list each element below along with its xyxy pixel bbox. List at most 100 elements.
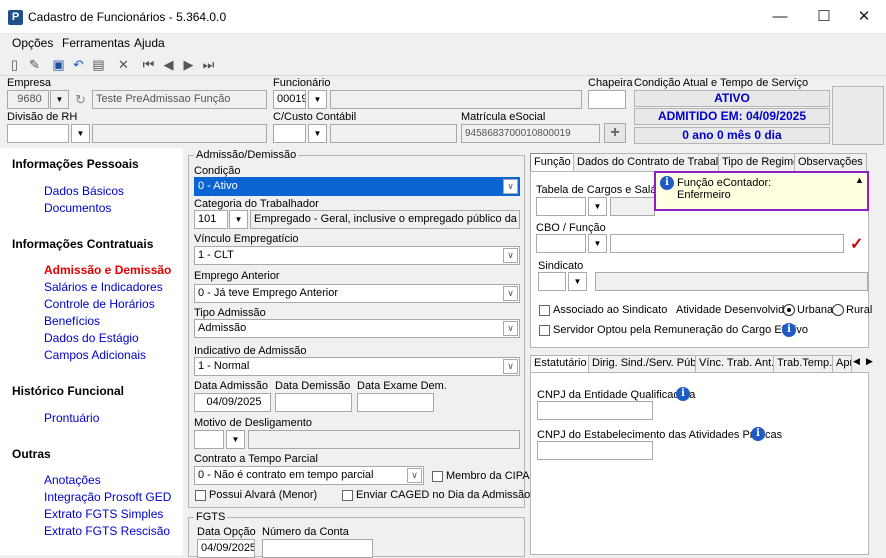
funcionario-dropdown[interactable]: ▼ [308,90,327,109]
undo-icon[interactable]: ↶ [70,56,87,73]
numero-conta-input[interactable] [262,539,373,558]
section-historico-funcional: Histórico Funcional [12,384,125,398]
save-icon[interactable]: ▣ [50,56,67,73]
admission-date-badge: ADMITIDO EM: 04/09/2025 [634,108,830,125]
menu-opcoes[interactable]: Opções [12,36,53,50]
condicao-label: Condição [194,165,241,177]
data-demissao-input[interactable] [275,393,352,412]
tabela-cargos-dropdown[interactable]: ▼ [588,197,607,216]
data-exame-input[interactable] [357,393,434,412]
sidebar-item-fgts-simples[interactable]: Extrato FGTS Simples [44,507,163,521]
tab-scroll-left-icon[interactable]: ◀ [853,356,860,367]
tab-trab-temp[interactable]: Trab.Temp. [773,355,837,372]
photo-box[interactable] [832,86,884,145]
sidebar-item-dados-basicos[interactable]: Dados Básicos [44,184,124,198]
sindicato-dropdown[interactable]: ▼ [568,272,587,291]
print-icon[interactable]: ▤ [90,56,107,73]
rural-radio[interactable] [832,304,844,316]
motivo-dropdown[interactable]: ▼ [226,430,245,449]
associado-checkbox[interactable] [539,305,550,316]
sidebar-item-controle-horarios[interactable]: Controle de Horários [44,297,155,311]
tabela-cargos-desc [610,197,655,216]
tab-estatutario[interactable]: Estatutário [530,355,591,372]
cipa-checkbox[interactable] [432,471,443,482]
contrato-parcial-label: Contrato a Tempo Parcial [194,453,318,465]
data-opcao-input[interactable]: 04/09/2025 [197,539,255,558]
sidebar-item-anotacoes[interactable]: Anotações [44,473,101,487]
info-icon[interactable]: i [676,387,690,401]
categoria-code[interactable]: 101 [194,210,228,229]
servidor-checkbox[interactable] [539,325,550,336]
condicao-select[interactable]: 0 - Ativo ∨ [194,177,520,196]
maximize-button[interactable]: ☐ [809,4,839,30]
contrato-parcial-select[interactable]: 0 - Não é contrato em tempo parcial ∨ [194,466,424,485]
next-record-icon[interactable]: ▶ [180,56,197,73]
sidebar-item-documentos[interactable]: Documentos [44,201,111,215]
cbo-input[interactable] [536,234,586,253]
divisao-dropdown[interactable]: ▼ [71,124,90,143]
info-icon[interactable]: i [782,323,796,337]
tooltip-line2: Enfermeiro [677,189,731,201]
last-record-icon[interactable]: ⏭ [200,56,217,73]
status-badge: ATIVO [634,90,830,107]
sidebar-item-prontuario[interactable]: Prontuário [44,411,99,425]
previous-record-icon[interactable]: ◀ [160,56,177,73]
sidebar-item-estagio[interactable]: Dados do Estágio [44,331,139,345]
rural-label: Rural [846,304,873,316]
collapse-triangle-icon[interactable]: ▲ [855,175,864,185]
empresa-dropdown[interactable]: ▼ [50,90,69,109]
sindicato-input[interactable] [538,272,566,291]
tabela-cargos-input[interactable] [536,197,586,216]
tab-apr[interactable]: Apr [832,355,852,372]
minimize-button[interactable]: — [765,4,795,30]
sidebar-item-beneficios[interactable]: Benefícios [44,314,100,328]
first-record-icon[interactable]: ⏮ [140,56,157,73]
sidebar-item-fgts-rescisao[interactable]: Extrato FGTS Rescisão [44,524,170,538]
custo-dropdown[interactable]: ▼ [308,124,327,143]
edit-icon[interactable]: ✎ [26,56,43,73]
cbo-dropdown[interactable]: ▼ [588,234,607,253]
tab-dados-contrato[interactable]: Dados do Contrato de Trabalho [573,153,735,171]
caged-checkbox[interactable] [342,490,353,501]
data-admissao-input[interactable]: 04/09/2025 [194,393,271,412]
info-icon[interactable]: i [751,427,765,441]
add-matricula-button[interactable]: + [604,123,626,143]
refresh-icon[interactable]: ↻ [72,91,89,108]
sidebar-item-integracao-ged[interactable]: Integração Prosoft GED [44,490,171,504]
urbana-radio[interactable] [783,304,795,316]
close-button[interactable]: ✕ [849,4,879,30]
atividade-label: Atividade Desenvolvida: [676,304,794,316]
menu-ferramentas[interactable]: Ferramentas [62,36,130,50]
empresa-code[interactable]: 9680 [7,90,49,109]
cnpj-qualificadora-input[interactable] [537,401,653,420]
funcionario-code[interactable]: 00019 [273,90,306,109]
categoria-dropdown[interactable]: ▼ [229,210,248,229]
tab-funcao[interactable]: Função [530,153,575,171]
motivo-code[interactable] [194,430,224,449]
delete-icon[interactable]: ✕ [115,56,132,73]
divisao-input[interactable] [7,124,69,143]
alvara-label: Possui Alvará (Menor) [209,489,318,501]
custo-input[interactable] [273,124,306,143]
sidebar-item-admissao-demissao[interactable]: Admissão e Demissão [44,263,171,277]
alvara-checkbox[interactable] [195,490,206,501]
indicativo-select[interactable]: 1 - Normal ∨ [194,357,520,376]
cbo-desc[interactable] [610,234,844,253]
chapeira-input[interactable] [588,90,626,109]
cnpj-estabelecimento-input[interactable] [537,441,653,460]
tab-tipo-regime[interactable]: Tipo de Regime [718,153,804,171]
menu-ajuda[interactable]: Ajuda [134,36,165,50]
check-icon[interactable]: ✓ [850,234,863,254]
matricula-label: Matrícula eSocial [461,111,546,123]
tipo-admissao-select[interactable]: Admissão ∨ [194,319,520,338]
emprego-anterior-select[interactable]: 0 - Já teve Emprego Anterior ∨ [194,284,520,303]
sidebar-item-salarios[interactable]: Salários e Indicadores [44,280,163,294]
tab-dirig-sind[interactable]: Dirig. Sind./Serv. Púb. [588,355,704,372]
tab-vinc-trab-ant[interactable]: Vínc. Trab. Ant. [695,355,779,372]
tab-observacoes[interactable]: Observações [794,153,867,171]
sidebar-item-campos-adicionais[interactable]: Campos Adicionais [44,348,146,362]
vinculo-select[interactable]: 1 - CLT ∨ [194,246,520,265]
matricula-value: 9458683700010800019 [461,124,600,143]
tab-scroll-right-icon[interactable]: ▶ [866,356,873,367]
new-file-icon[interactable]: ▯ [6,56,23,73]
